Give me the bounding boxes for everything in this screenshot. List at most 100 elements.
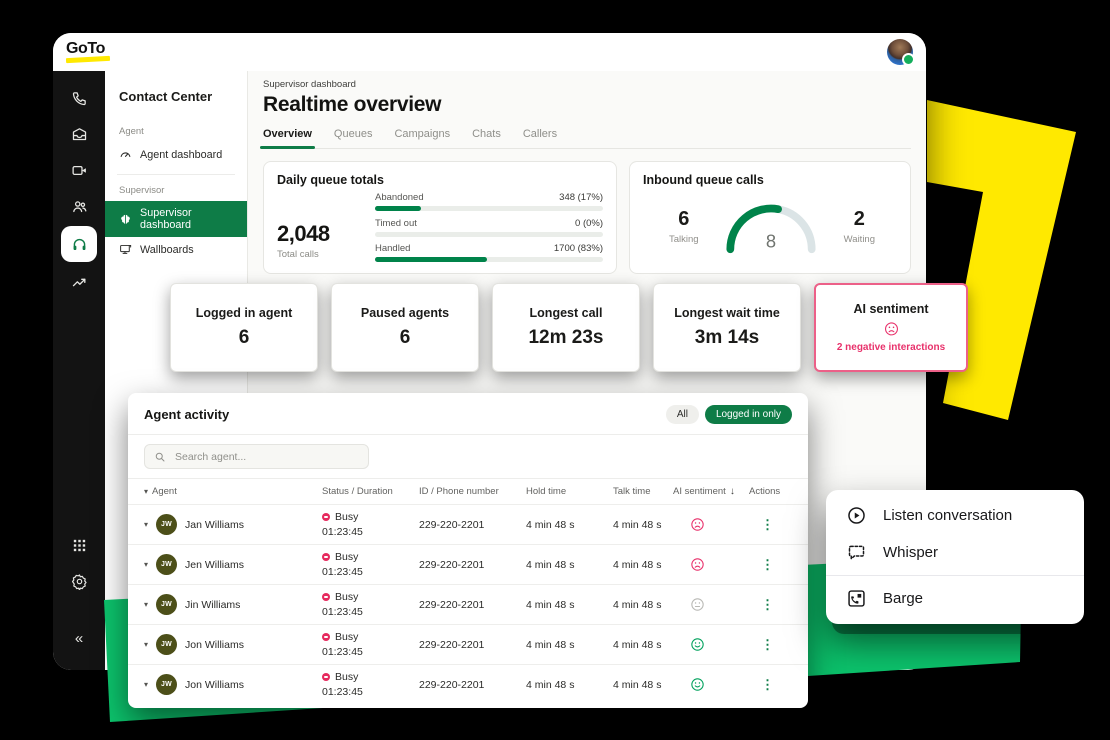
row-expander-chevron-icon[interactable]: ▾ xyxy=(144,640,148,649)
status-badge: Busy xyxy=(322,591,419,603)
stat-card-label: Paused agents xyxy=(361,306,449,320)
user-avatar[interactable] xyxy=(887,39,913,65)
table-row[interactable]: ▾JWJen WilliamsBusy01:23:45229-220-22014… xyxy=(128,544,808,584)
column-header-label: ID / Phone number xyxy=(419,486,499,497)
goto-logo: GoTo xyxy=(66,42,110,62)
apps-icon[interactable] xyxy=(61,529,97,562)
status-label: Busy xyxy=(335,631,358,643)
agent-activity-header: Agent activity AllLogged in only xyxy=(128,393,808,434)
row-actions-button[interactable]: ⋮ xyxy=(749,557,792,573)
tab-chats[interactable]: Chats xyxy=(472,128,501,148)
row-expander-chevron-icon[interactable]: ▾ xyxy=(144,600,148,609)
status-duration: 01:23:45 xyxy=(322,526,419,538)
column-header-label: Actions xyxy=(749,486,780,497)
sad-face-icon xyxy=(673,556,749,573)
goto-logo-underline xyxy=(66,56,110,63)
stat-card-label: AI sentiment xyxy=(853,302,928,316)
column-header-label: Hold time xyxy=(526,486,566,497)
phone-icon[interactable] xyxy=(61,82,97,115)
phone-number: 229-220-2201 xyxy=(419,599,526,611)
row-expander-chevron-icon[interactable]: ▾ xyxy=(144,680,148,689)
talking-label: Talking xyxy=(669,234,699,245)
nav-divider xyxy=(117,174,235,175)
row-actions-button[interactable]: ⋮ xyxy=(749,637,792,653)
menu-item-label: Barge xyxy=(883,590,923,607)
nav-item-label: Agent dashboard xyxy=(140,149,222,161)
status-cell: Busy01:23:45 xyxy=(322,551,419,578)
filter-pill-logged-in-only[interactable]: Logged in only xyxy=(705,405,792,424)
menu-divider xyxy=(826,575,1084,576)
collapse-icon[interactable]: « xyxy=(61,622,97,655)
phone-number: 229-220-2201 xyxy=(419,519,526,531)
stat-card-label: Longest call xyxy=(530,306,603,320)
stat-card-value: 3m 14s xyxy=(695,327,759,349)
tab-overview[interactable]: Overview xyxy=(263,128,312,148)
tab-campaigns[interactable]: Campaigns xyxy=(394,128,450,148)
column-header-id-phone-number[interactable]: ID / Phone number xyxy=(419,486,526,497)
nav-title: Contact Center xyxy=(105,79,247,120)
trend-icon[interactable] xyxy=(61,266,97,299)
video-icon[interactable] xyxy=(61,154,97,187)
row-actions-button[interactable]: ⋮ xyxy=(749,517,792,533)
row-expander-chevron-icon[interactable]: ▾ xyxy=(144,520,148,529)
avatar: JW xyxy=(156,554,177,575)
tab-queues[interactable]: Queues xyxy=(334,128,373,148)
nav-sections: AgentAgent dashboardSupervisorSupervisor… xyxy=(105,120,247,262)
queue-bar-value: 348 (17%) xyxy=(559,192,603,203)
status-duration: 01:23:45 xyxy=(322,686,419,698)
inbound-body: 6 Talking 8 2 Waiting xyxy=(643,187,897,257)
busy-dot-icon xyxy=(322,593,330,601)
barge-icon xyxy=(846,588,867,609)
row-actions-button[interactable]: ⋮ xyxy=(749,597,792,613)
row-actions-button[interactable]: ⋮ xyxy=(749,677,792,693)
inbox-icon[interactable] xyxy=(61,118,97,151)
tab-callers[interactable]: Callers xyxy=(523,128,557,148)
agent-name: Jin Williams xyxy=(185,599,240,611)
column-header-hold-time[interactable]: Hold time xyxy=(526,486,613,497)
status-label: Busy xyxy=(335,591,358,603)
menu-item-barge[interactable]: Barge xyxy=(826,580,1084,617)
team-icon[interactable] xyxy=(61,190,97,223)
daily-queue-totals-card: Daily queue totals 2,048 Total calls Aba… xyxy=(263,161,617,274)
column-header-agent[interactable]: ▾Agent xyxy=(144,486,322,497)
stat-card-ai-sentiment: AI sentiment2 negative interactions xyxy=(814,283,968,372)
nav-item-supervisor-dashboard[interactable]: Supervisor dashboard xyxy=(105,201,247,237)
filter-pill-all[interactable]: All xyxy=(666,405,699,424)
settings-icon[interactable] xyxy=(61,565,97,598)
hold-time: 4 min 48 s xyxy=(526,519,613,531)
nav-item-wallboards[interactable]: Wallboards xyxy=(105,237,247,262)
column-header-ai-sentiment[interactable]: AI sentiment↓ xyxy=(673,486,749,497)
status-label: Busy xyxy=(335,511,358,523)
waiting-label: Waiting xyxy=(844,234,875,245)
table-row[interactable]: ▾JWJon WilliamsBusy01:23:45229-220-22014… xyxy=(128,624,808,664)
agent-search[interactable] xyxy=(144,444,369,469)
nav-item-agent-dashboard[interactable]: Agent dashboard xyxy=(105,142,247,167)
menu-item-whisper[interactable]: Whisper xyxy=(826,534,1084,571)
column-header-label: Talk time xyxy=(613,486,650,497)
table-row[interactable]: ▾JWJin WilliamsBusy01:23:45229-220-22014… xyxy=(128,584,808,624)
column-header-actions[interactable]: Actions xyxy=(749,486,792,497)
brain-icon xyxy=(119,213,132,226)
agent-filter-toggle: All Logged in only xyxy=(666,405,792,424)
play-circle-icon xyxy=(846,505,867,526)
nav-section-label: Agent xyxy=(105,120,247,142)
avatar: JW xyxy=(156,514,177,535)
status-duration: 01:23:45 xyxy=(322,646,419,658)
agent-name: Jon Williams xyxy=(185,639,244,651)
sad-face-icon xyxy=(673,516,749,533)
status-label: Busy xyxy=(335,551,358,563)
queue-bar-label: Handled xyxy=(375,243,410,254)
table-row[interactable]: ▾JWJon WilliamsBusy01:23:45229-220-22014… xyxy=(128,664,808,704)
column-header-label: AI sentiment xyxy=(673,486,726,497)
column-header-label: Status / Duration xyxy=(322,486,393,497)
menu-item-listen-conversation[interactable]: Listen conversation xyxy=(826,497,1084,534)
search-input[interactable] xyxy=(173,450,359,464)
headset-icon[interactable] xyxy=(61,226,97,262)
status-cell: Busy01:23:45 xyxy=(322,591,419,618)
avatar: JW xyxy=(156,634,177,655)
column-header-status-duration[interactable]: Status / Duration xyxy=(322,486,419,497)
overview-cards: Daily queue totals 2,048 Total calls Aba… xyxy=(263,161,911,274)
row-expander-chevron-icon[interactable]: ▾ xyxy=(144,560,148,569)
table-row[interactable]: ▾JWJan WilliamsBusy01:23:45229-220-22014… xyxy=(128,504,808,544)
column-header-talk-time[interactable]: Talk time xyxy=(613,486,673,497)
